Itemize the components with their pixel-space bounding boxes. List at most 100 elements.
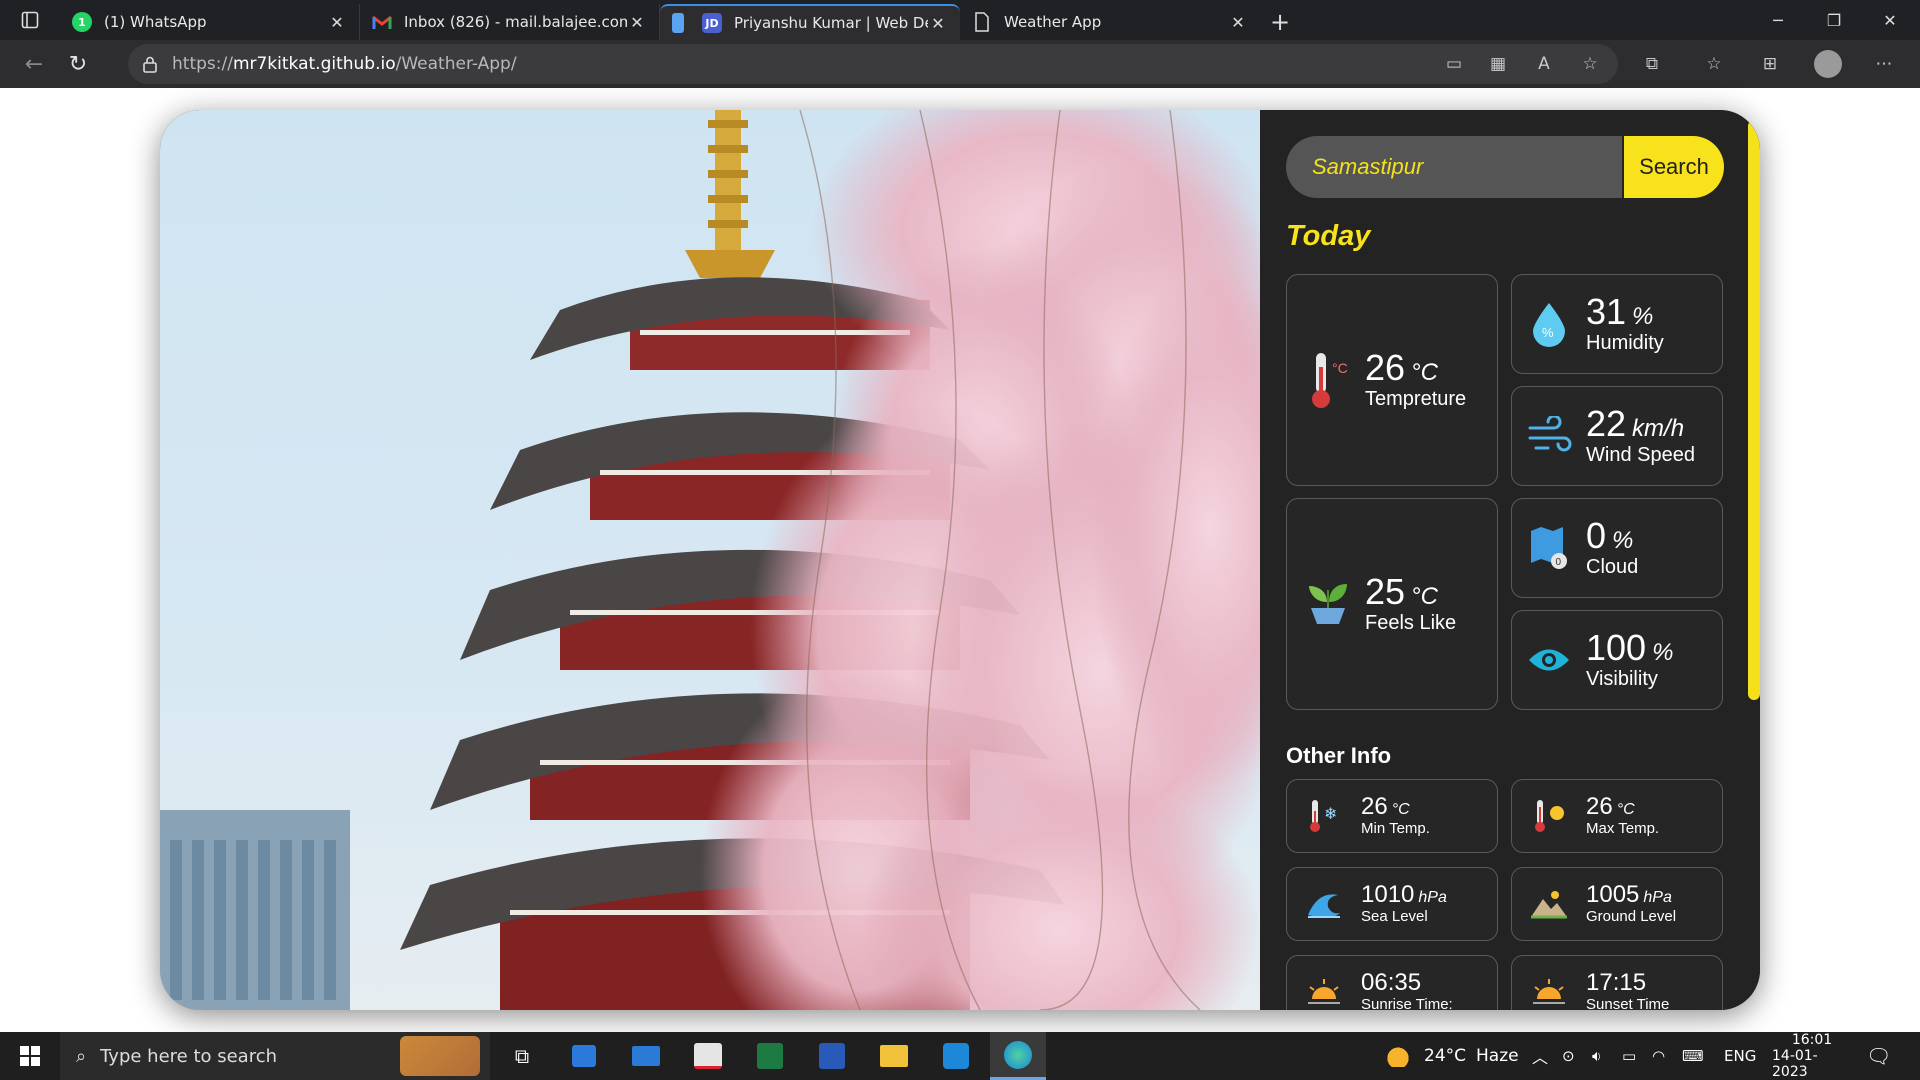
refresh-icon: ↻: [68, 51, 88, 77]
hot-thermometer-icon: [1512, 797, 1586, 835]
min-temp-card: ❄ 26 °C Min Temp.: [1286, 779, 1498, 853]
app-available-icon[interactable]: ▭: [1438, 48, 1470, 80]
svg-text:°C: °C: [1332, 360, 1348, 376]
lock-icon: [128, 56, 172, 73]
sunset-icon: [1512, 975, 1586, 1009]
language-indicator[interactable]: ENG: [1724, 1032, 1756, 1080]
task-view-icon[interactable]: ⧉: [494, 1032, 550, 1080]
mail-icon[interactable]: [618, 1032, 674, 1080]
notifications-icon[interactable]: 🗨︎: [1866, 1032, 1891, 1080]
temperature-unit: °C: [1411, 359, 1438, 386]
tab-gmail[interactable]: Inbox (826) - mail.balajee.comm ✕: [360, 4, 660, 40]
whatsapp-icon: 1: [72, 12, 92, 32]
gmail-icon: [372, 12, 392, 32]
start-button[interactable]: [0, 1032, 60, 1080]
close-icon[interactable]: ✕: [327, 13, 347, 32]
tally-icon[interactable]: [680, 1032, 736, 1080]
close-window-button[interactable]: ✕: [1862, 0, 1918, 40]
vscode-icon[interactable]: [928, 1032, 984, 1080]
search-icon: ⌕: [76, 1045, 87, 1067]
panel-scrollbar[interactable]: [1748, 120, 1760, 700]
tray-overflow-icon[interactable]: ︿: [1532, 1032, 1548, 1080]
max-temp-value: 26: [1586, 793, 1613, 820]
restore-button[interactable]: ❐: [1806, 0, 1862, 40]
word-icon[interactable]: [804, 1032, 860, 1080]
wind-speed-unit: km/h: [1632, 415, 1685, 442]
search-button[interactable]: Search: [1624, 136, 1724, 198]
profile-avatar[interactable]: [1812, 48, 1844, 80]
meet-now-icon[interactable]: ⊙: [1562, 1032, 1575, 1080]
clock-time: 16:01: [1791, 1032, 1833, 1048]
clock-date: 14-01-2023: [1772, 1048, 1818, 1080]
sunset-value: 17:15: [1586, 969, 1647, 996]
taskbar-search-box[interactable]: ⌕ Type here to search: [60, 1032, 490, 1080]
weather-app-container: Samastipur Search Today °C 26 °C Tempretu…: [160, 110, 1760, 1010]
ground-level-value: 1005: [1586, 881, 1640, 908]
min-temp-label: Min Temp.: [1361, 820, 1430, 837]
windows-taskbar: ⌕ Type here to search ⧉ 24°C Haze ︿ ⊙ 🔉︎…: [0, 1032, 1920, 1080]
wind-icon: [1512, 416, 1586, 456]
close-icon[interactable]: ✕: [1228, 13, 1248, 32]
weather-panel: Samastipur Search Today °C 26 °C Tempretu…: [1260, 110, 1760, 1010]
close-icon[interactable]: ✕: [627, 13, 647, 32]
url-field[interactable]: https://mr7kitkat.github.io/Weather-App/: [128, 44, 1618, 84]
edge-icon[interactable]: [990, 1032, 1046, 1080]
tab-whatsapp[interactable]: 1 (1) WhatsApp ✕: [60, 4, 360, 40]
profile-icon: [1814, 50, 1842, 78]
today-heading: Today: [1286, 220, 1371, 252]
back-arrow-icon: ←: [24, 51, 44, 77]
city-search-input[interactable]: Samastipur: [1286, 136, 1622, 198]
store-icon[interactable]: [556, 1032, 612, 1080]
cloud-label: Cloud: [1586, 556, 1639, 578]
extensions-icon[interactable]: ⧉: [1636, 48, 1668, 80]
back-button[interactable]: ←: [12, 44, 56, 84]
sunrise-icon: [1287, 975, 1361, 1009]
sunset-card: 17:15 Sunset Time: [1511, 955, 1723, 1010]
visibility-value: 100: [1586, 627, 1647, 668]
tab-actions-icon: [21, 11, 39, 29]
tab-title: (1) WhatsApp: [104, 13, 207, 31]
humidity-drop-icon: %: [1512, 301, 1586, 347]
tab-actions-button[interactable]: [0, 0, 60, 40]
volume-icon[interactable]: 🔉︎: [1592, 1032, 1601, 1080]
feels-like-card: 25 °C Feels Like: [1286, 498, 1498, 710]
new-tab-button[interactable]: +: [1260, 4, 1300, 40]
weather-widget[interactable]: 24°C Haze: [1384, 1032, 1519, 1080]
cloud-unit: %: [1612, 527, 1634, 554]
weather-desc: Haze: [1476, 1046, 1519, 1066]
wifi-icon[interactable]: ◠: [1652, 1032, 1665, 1080]
read-aloud-icon[interactable]: A: [1528, 48, 1560, 80]
add-favorite-icon[interactable]: ☆: [1574, 48, 1606, 80]
wind-speed-card: 22 km/h Wind Speed: [1511, 386, 1723, 486]
favorites-icon[interactable]: ☆: [1698, 48, 1730, 80]
max-temp-unit: °C: [1616, 801, 1635, 818]
mountain-icon: [1512, 887, 1586, 921]
search-highlight-illustration: [400, 1036, 480, 1076]
other-info-heading: Other Info: [1286, 743, 1392, 768]
clock[interactable]: 16:01 14-01-2023: [1772, 1032, 1852, 1080]
visibility-label: Visibility: [1586, 668, 1658, 690]
feels-like-unit: °C: [1411, 583, 1438, 610]
keyboard-icon[interactable]: ⌨: [1682, 1032, 1704, 1080]
battery-icon[interactable]: ▭: [1622, 1032, 1636, 1080]
cloud-card: 0 0% Cloud: [1511, 498, 1723, 598]
background-photo: [160, 110, 1260, 1010]
file-explorer-icon[interactable]: [866, 1032, 922, 1080]
reading-view-icon[interactable]: ▦: [1482, 48, 1514, 80]
humidity-unit: %: [1632, 303, 1654, 330]
tab-weather-app[interactable]: Weather App ✕: [960, 4, 1260, 40]
sea-level-unit: hPa: [1418, 889, 1447, 906]
excel-icon[interactable]: [742, 1032, 798, 1080]
refresh-button[interactable]: ↻: [56, 44, 100, 84]
tab-preview-icon: [672, 13, 684, 33]
min-temp-value: 26: [1361, 793, 1388, 820]
minimize-button[interactable]: ─: [1750, 0, 1806, 40]
tab-portfolio[interactable]: JD Priyanshu Kumar | Web Develope ✕: [660, 4, 960, 40]
more-menu-icon[interactable]: ⋯: [1868, 48, 1900, 80]
visibility-card: 100% Visibility: [1511, 610, 1723, 710]
windows-logo-icon: [20, 1046, 40, 1066]
feels-like-value: 25: [1365, 571, 1406, 612]
close-icon[interactable]: ✕: [928, 14, 948, 33]
browser-tab-bar: 1 (1) WhatsApp ✕ Inbox (826) - mail.bala…: [0, 0, 1920, 40]
collections-icon[interactable]: ⊞: [1754, 48, 1786, 80]
